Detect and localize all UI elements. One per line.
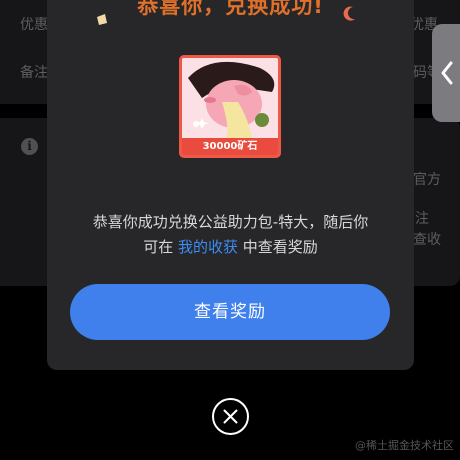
dialog-message: 恭喜你成功兑换公益助力包-特大，随后你 可在 我的收获 中查看奖励	[47, 210, 414, 260]
moon-decoration-icon	[343, 6, 355, 21]
watermark: @稀土掘金技术社区	[355, 439, 454, 452]
info-icon: i	[21, 138, 38, 155]
redeem-success-dialog: 恭喜你，兑换成功! 30000矿石 恭喜你成功兑换公益助力包-特大，随后你 可在…	[47, 0, 414, 370]
background-row1-left: 优惠	[20, 17, 48, 33]
background-side-text-2: 注	[415, 211, 429, 227]
side-collapse-tab[interactable]	[432, 24, 460, 122]
message-prefix: 可在	[143, 238, 178, 256]
close-icon	[223, 409, 238, 424]
close-button[interactable]	[212, 398, 249, 435]
prize-image: 30000矿石	[179, 55, 281, 158]
background-row2-left: 备注	[20, 65, 48, 81]
my-harvest-link[interactable]: 我的收获	[178, 238, 238, 256]
prize-illustration	[182, 58, 278, 138]
background-side-text-1: 官方	[413, 172, 441, 188]
prize-label: 30000矿石	[182, 138, 278, 155]
message-line-2: 可在 我的收获 中查看奖励	[47, 235, 414, 260]
background-side-text-3: 查收	[413, 232, 441, 248]
chevron-left-icon	[441, 61, 453, 85]
confetti-icon	[97, 14, 107, 25]
view-reward-button[interactable]: 查看奖励	[70, 284, 390, 340]
message-suffix: 中查看奖励	[238, 238, 318, 256]
message-line-1: 恭喜你成功兑换公益助力包-特大，随后你	[92, 213, 369, 231]
